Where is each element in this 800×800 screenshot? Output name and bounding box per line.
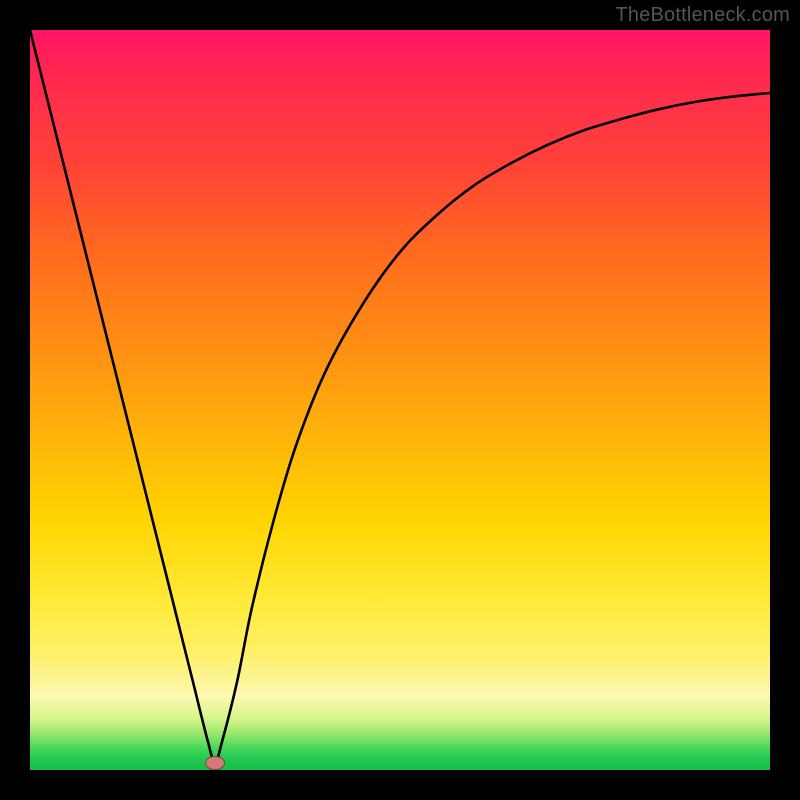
plot-area: [30, 30, 770, 770]
bottleneck-curve: [30, 30, 770, 770]
watermark-text: TheBottleneck.com: [615, 4, 790, 27]
chart-frame: TheBottleneck.com: [0, 0, 800, 800]
optimal-marker: [205, 756, 225, 770]
